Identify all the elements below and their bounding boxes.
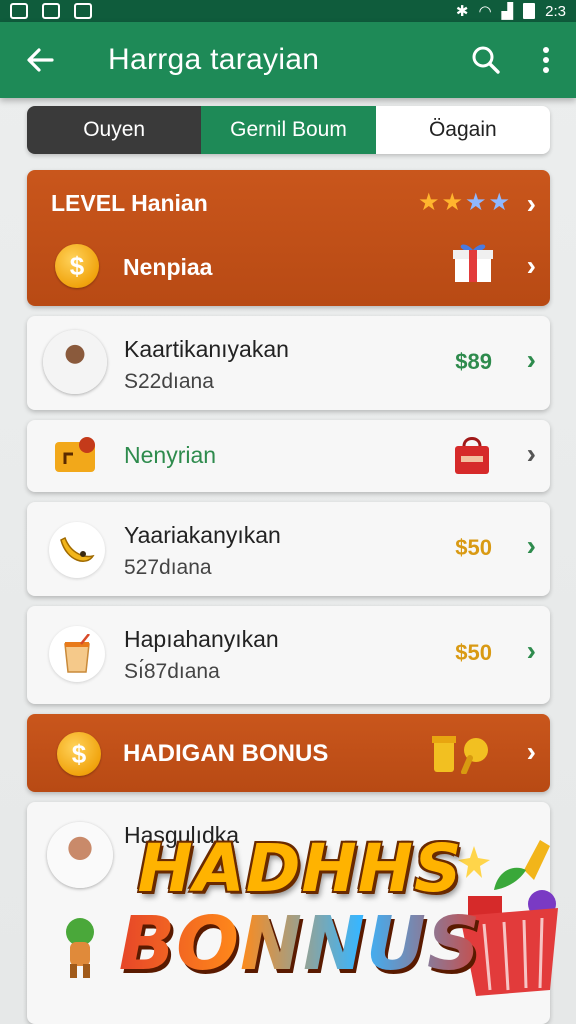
list-item[interactable]: Yaariakanyıkan 527dıana $50 › — [27, 502, 550, 596]
item-title: Yaariakanyıkan — [124, 522, 281, 548]
item-subtitle: S22dıana — [124, 370, 214, 393]
reward-label: Nenpiaa — [123, 254, 213, 280]
item-title: Hapıahanyıkan — [124, 626, 279, 652]
instagram-icon — [10, 3, 28, 19]
battery-icon — [523, 3, 536, 19]
chevron-right-icon: › — [526, 344, 536, 375]
tab-bar: Ouyen Gernil Boum Öagain — [27, 106, 550, 154]
status-bar: ✱ ◠ ▟ 2:3 — [0, 0, 576, 22]
chevron-right-icon: › — [526, 635, 536, 666]
list-item[interactable]: Kaartikanıyakan S22dıana $89 › — [27, 316, 550, 410]
page-title: Harrga tarayian — [108, 43, 320, 76]
more-vert-icon — [543, 47, 549, 73]
item-subtitle: 527dıana — [124, 556, 212, 579]
treasure-icon — [432, 736, 488, 774]
star-icon: ★ — [488, 189, 510, 216]
back-button[interactable] — [0, 45, 80, 75]
file-icon — [74, 3, 92, 19]
level-title: LEVEL Hanian — [51, 190, 208, 216]
rating-stars: ★ ★ ★ ★ — [418, 188, 510, 217]
banner-line-2: BONNUS — [100, 901, 500, 987]
star-icon: ★ — [441, 189, 463, 216]
arrow-left-icon — [27, 48, 54, 72]
chevron-right-icon: › — [526, 438, 536, 469]
search-button[interactable] — [456, 45, 516, 75]
tab-gernil-boum[interactable]: Gernil Boum — [201, 106, 376, 154]
avatar — [43, 330, 107, 394]
list-item[interactable]: Hapıahanyıkan Sı́87dıana $50 › — [27, 606, 550, 704]
bonus-card[interactable]: $ HADIGAN BONUS › — [27, 714, 550, 792]
chevron-right-icon: › — [526, 736, 536, 767]
item-price: $50 — [455, 535, 492, 560]
banner-line-1: HADHHS — [137, 830, 463, 907]
star-icon: ★ — [464, 189, 487, 216]
item-price: $50 — [455, 640, 492, 665]
banana-icon — [49, 522, 105, 578]
list-item[interactable]: Nenyrian › — [27, 420, 550, 492]
shopping-bag-icon — [455, 437, 489, 474]
gift-icon — [453, 244, 493, 282]
bluetooth-icon: ✱ — [455, 3, 469, 20]
status-icons-left — [10, 3, 92, 19]
status-icons-right: ✱ ◠ ▟ 2:3 — [455, 2, 566, 21]
status-time: 2:3 — [545, 2, 566, 20]
item-price: $89 — [455, 349, 492, 374]
drink-icon — [49, 626, 105, 682]
item-title: Nenyrian — [124, 442, 217, 468]
chevron-right-icon: › — [526, 188, 536, 219]
item-subtitle: Sı́87dıana — [124, 660, 220, 683]
signal-icon: ▟ — [501, 3, 514, 20]
coin-icon: $ — [57, 732, 101, 776]
bonus-banner[interactable]: HADHHS BONNUS — [100, 830, 500, 1000]
bonus-title: HADIGAN BONUS — [123, 740, 329, 767]
wifi-icon: ◠ — [478, 3, 492, 20]
chevron-right-icon: › — [526, 250, 536, 281]
level-card[interactable]: LEVEL Hanian ★ ★ ★ ★ › $ Nenpiaa › — [27, 170, 550, 306]
more-options-button[interactable] — [516, 45, 576, 75]
chevron-right-icon: › — [526, 530, 536, 561]
mute-icon — [42, 3, 60, 19]
item-title: Kaartikanıyakan — [124, 336, 289, 362]
tab-oagain[interactable]: Öagain — [375, 106, 550, 154]
coin-icon: $ — [55, 244, 99, 288]
star-icon: ★ — [417, 189, 440, 216]
badge-icon — [55, 437, 95, 472]
search-icon — [472, 46, 500, 74]
tab-ouyen[interactable]: Ouyen — [27, 106, 202, 154]
app-bar: Harrga tarayian — [0, 22, 576, 98]
